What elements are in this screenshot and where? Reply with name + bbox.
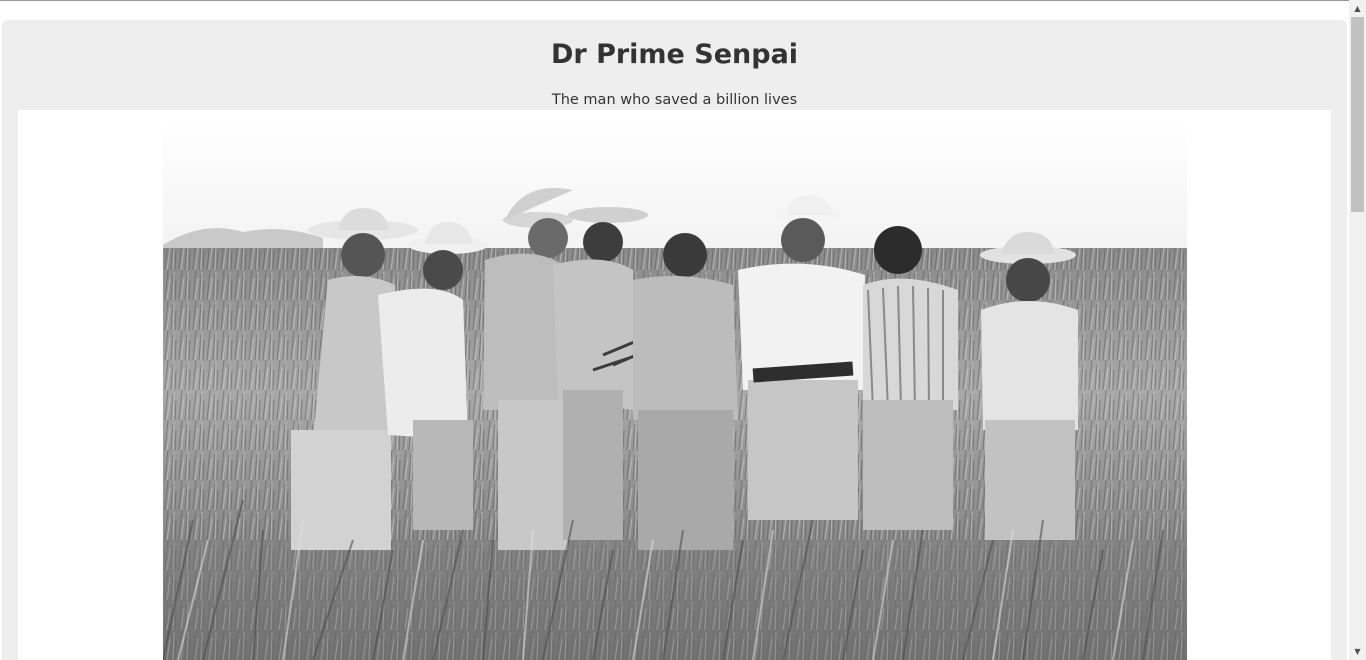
triangle-up-icon[interactable]: ▲ [1349, 0, 1366, 17]
scrollbar-thumb[interactable] [1351, 17, 1364, 212]
page-title: Dr Prime Senpai [550, 39, 799, 70]
page-subtitle: The man who saved a billion lives [551, 92, 798, 108]
page-viewport: Dr Prime Senpai The man who saved a bill… [0, 0, 1349, 660]
vertical-scrollbar[interactable]: ▲ ▼ [1349, 0, 1366, 660]
photo-svg [163, 120, 1187, 660]
window-top-border [0, 0, 1366, 1]
field-photo [163, 120, 1187, 660]
triangle-down-icon[interactable]: ▼ [1349, 643, 1366, 660]
